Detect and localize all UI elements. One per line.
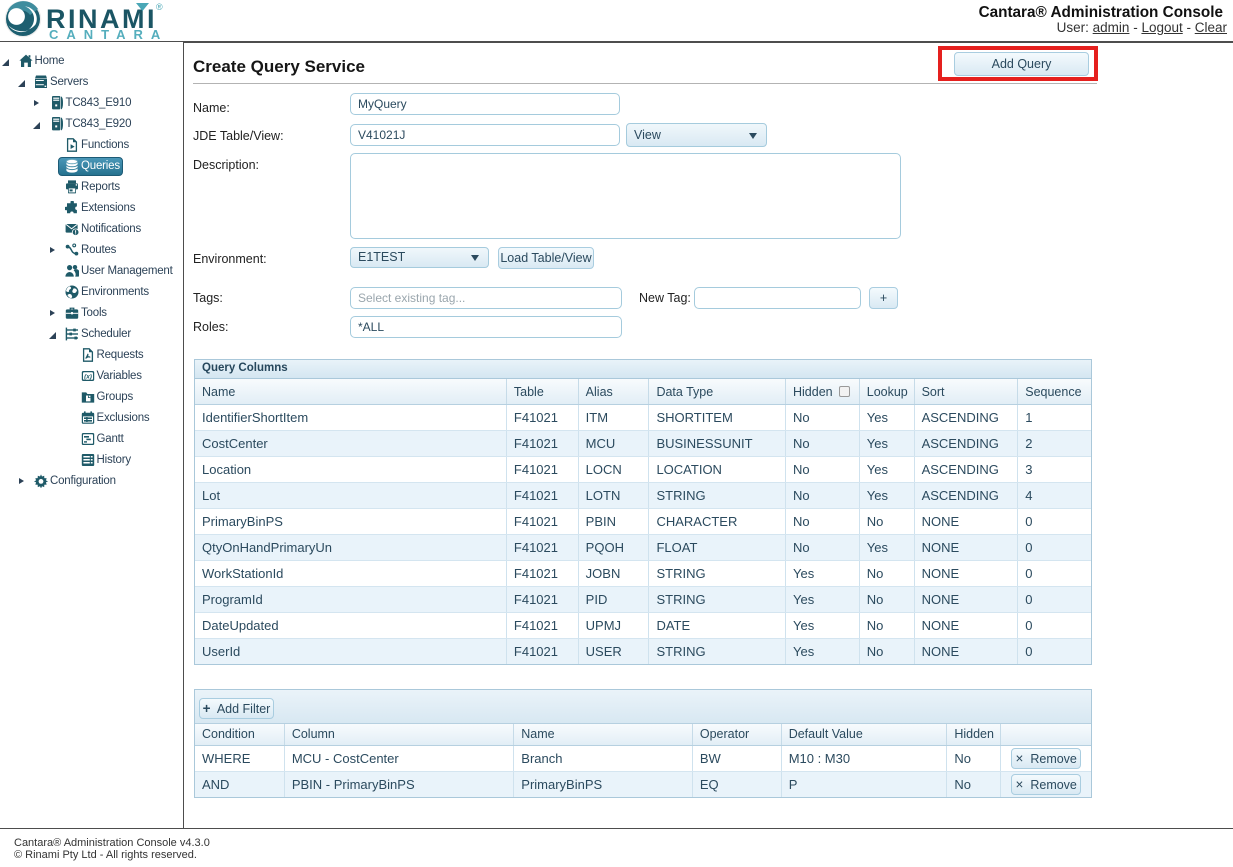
svg-text:(x): (x) — [84, 373, 92, 380]
